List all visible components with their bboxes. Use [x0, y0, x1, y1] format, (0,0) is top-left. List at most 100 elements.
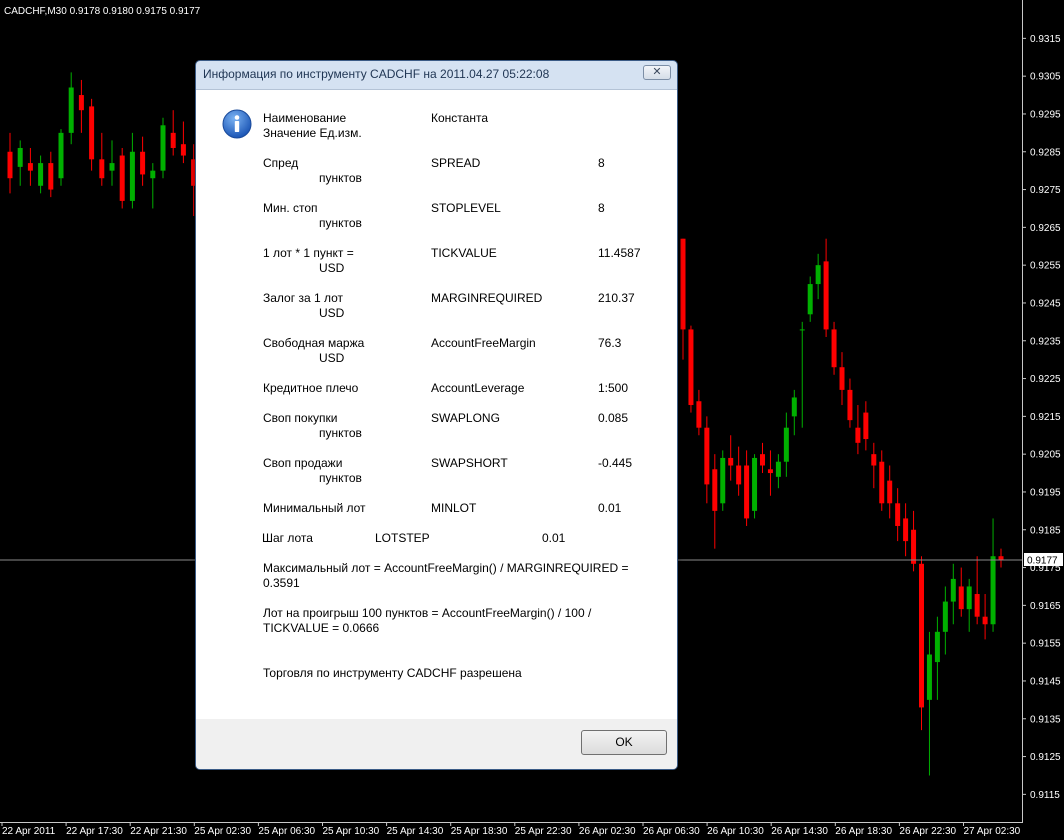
row-name: Свободная маржа [263, 336, 365, 350]
candle [974, 556, 980, 625]
close-icon: ✕ [652, 66, 662, 78]
close-button[interactable]: ✕ [643, 65, 671, 80]
time-tick-label: 25 Apr 06:30 [258, 826, 315, 837]
row-const: SWAPSHORT [431, 456, 508, 470]
price-tick-label: 0.9165 [1030, 601, 1061, 612]
candle [799, 321, 805, 428]
row-const: SPREAD [431, 156, 481, 170]
row-unit: пунктов [319, 471, 362, 485]
candle-body [744, 465, 750, 519]
candle [783, 412, 789, 477]
candle-body [767, 469, 773, 474]
candle [791, 389, 797, 436]
candle-body [823, 261, 829, 330]
candle-body [99, 159, 105, 179]
candle [68, 72, 74, 145]
candle [78, 79, 84, 133]
time-tick-label: 25 Apr 22:30 [515, 826, 572, 837]
candle [831, 321, 837, 375]
candle [752, 454, 758, 519]
candle-body [720, 457, 726, 504]
candle-body [958, 586, 964, 610]
row-name: Шаг лота [262, 531, 313, 545]
candle-body [895, 503, 901, 526]
candle [950, 563, 956, 625]
row-value: 0.01 [542, 531, 566, 545]
candle [140, 136, 146, 186]
max-lot-formula: Максимальный лот = AccountFreeMargin() /… [263, 561, 629, 575]
time-tick-label: 26 Apr 10:30 [707, 826, 764, 837]
candle [847, 378, 853, 428]
header-value-units: Значение Ед.изм. [263, 126, 362, 140]
symbol-info-dialog: Информация по инструменту CADCHF на 2011… [195, 60, 678, 770]
candle-body [855, 427, 861, 443]
candle [680, 238, 686, 360]
row-const: STOPLEVEL [431, 201, 501, 215]
row-unit: пунктов [319, 426, 362, 440]
price-tick-label: 0.9305 [1030, 72, 1061, 83]
header-const-column: Константа [431, 111, 488, 125]
candle [911, 510, 917, 572]
row-const: SWAPLONG [431, 411, 500, 425]
row-name: 1 лот * 1 пункт = [263, 246, 354, 260]
max-lot-result: 0.3591 [263, 576, 300, 590]
candle [815, 253, 821, 300]
candle-body [704, 427, 710, 485]
candle [688, 325, 694, 413]
candle-body [998, 556, 1004, 560]
candle-body [68, 87, 74, 133]
ok-button[interactable]: OK [581, 730, 667, 755]
candle-body [712, 469, 718, 511]
candle-body [950, 578, 956, 602]
candle [879, 450, 885, 511]
candle-body [815, 265, 821, 285]
candle-body [58, 132, 64, 179]
candle [767, 450, 773, 496]
row-unit: пунктов [319, 216, 362, 230]
candle-body [775, 461, 781, 477]
price-tick-label: 0.9225 [1030, 374, 1061, 385]
time-tick-label: 25 Apr 02:30 [194, 826, 251, 837]
candle-body [160, 125, 166, 171]
info-icon [222, 109, 252, 139]
row-name: Кредитное плечо [263, 381, 359, 395]
candle-body [728, 457, 734, 466]
candle [170, 110, 176, 156]
candle [919, 556, 924, 731]
candle [887, 465, 893, 519]
candle-body [119, 155, 125, 201]
candle-body [150, 170, 156, 179]
candle [942, 586, 948, 655]
candle-body [879, 461, 885, 504]
row-unit: USD [319, 351, 345, 365]
candle [823, 238, 829, 337]
row-const: AccountFreeMargin [431, 336, 536, 350]
candle-body [990, 556, 996, 625]
candle [38, 155, 44, 194]
candle [58, 129, 64, 186]
candle-body [974, 594, 980, 617]
time-tick-label: 26 Apr 22:30 [899, 826, 956, 837]
row-name: Минимальный лот [263, 501, 366, 515]
candle [926, 631, 932, 776]
price-tick-label: 0.9125 [1030, 752, 1061, 763]
candle [696, 389, 702, 436]
candle [934, 616, 940, 700]
row-unit: USD [319, 306, 345, 320]
candle-body [752, 457, 758, 511]
candle [895, 488, 901, 542]
price-tick-label: 0.9285 [1030, 147, 1061, 158]
candle-body [736, 465, 742, 485]
candle-body [911, 529, 917, 564]
current-price-label: 0.9177 [1027, 556, 1058, 567]
candle [89, 98, 95, 171]
candle-body [696, 401, 702, 428]
candle [966, 578, 972, 632]
price-tick-label: 0.9275 [1030, 185, 1061, 196]
candle-body [934, 631, 940, 663]
row-value: 0.01 [598, 501, 622, 515]
candle-body [982, 616, 988, 625]
row-name: Мин. стоп [263, 201, 318, 215]
candle [990, 518, 996, 632]
candle-body [791, 397, 797, 417]
